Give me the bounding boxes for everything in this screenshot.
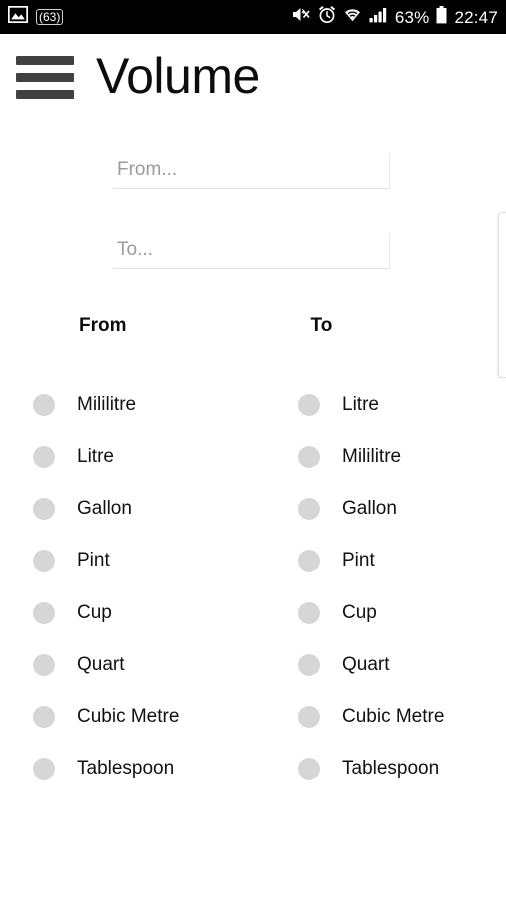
radio-option-label: Cup (77, 602, 112, 623)
battery-percent-label: 63% (394, 7, 430, 27)
radio-option-from-pint[interactable]: Pint (33, 535, 298, 587)
radio-option-from-quart[interactable]: Quart (33, 639, 298, 691)
radio-option-label: Litre (77, 446, 114, 467)
radio-option-from-cup[interactable]: Cup (33, 587, 298, 639)
mute-vibrate-icon (292, 6, 311, 28)
radio-option-to-cup[interactable]: Cup (298, 587, 444, 639)
radio-button-icon[interactable] (33, 498, 55, 520)
radio-option-label: Cubic Metre (77, 706, 180, 727)
radio-option-label: Cup (342, 602, 377, 623)
from-field-wrapper (113, 155, 390, 189)
radio-option-from-gallon[interactable]: Gallon (33, 483, 298, 535)
radio-option-to-tablespoon[interactable]: Tablespoon (298, 743, 444, 795)
radio-button-icon[interactable] (298, 706, 320, 728)
conversion-form (0, 118, 506, 269)
radio-button-icon[interactable] (298, 758, 320, 780)
wifi-icon (343, 7, 362, 28)
alarm-clock-icon (318, 5, 336, 29)
radio-button-icon[interactable] (298, 602, 320, 624)
radio-button-icon[interactable] (298, 654, 320, 676)
radio-button-icon[interactable] (33, 550, 55, 572)
radio-option-label: Gallon (342, 498, 397, 519)
cellular-signal-icon (369, 7, 388, 28)
page-title: Volume (96, 48, 260, 104)
radio-option-from-litre[interactable]: Litre (33, 431, 298, 483)
radio-button-icon[interactable] (33, 654, 55, 676)
radio-option-label: Gallon (77, 498, 132, 519)
radio-option-to-pint[interactable]: Pint (298, 535, 444, 587)
radio-button-icon[interactable] (298, 394, 320, 416)
from-unit-list: Mililitre Litre Gallon Pint Cup Quart Cubic Me… (33, 379, 298, 795)
radio-option-from-tablespoon[interactable]: Tablespoon (33, 743, 298, 795)
status-bar-left: (63) (7, 5, 64, 28)
radio-option-to-litre[interactable]: Litre (298, 379, 444, 431)
radio-option-from-cubic-metre[interactable]: Cubic Metre (33, 691, 298, 743)
radio-option-to-quart[interactable]: Quart (298, 639, 444, 691)
radio-option-to-mililitre[interactable]: Mililitre (298, 431, 444, 483)
radio-button-icon[interactable] (298, 498, 320, 520)
radio-option-to-gallon[interactable]: Gallon (298, 483, 444, 535)
status-bar: (63) 63% 22:47 (0, 0, 506, 34)
radio-option-label: Quart (77, 654, 125, 675)
from-column-header: From (79, 315, 127, 336)
to-field-wrapper (113, 235, 390, 269)
radio-option-label: Quart (342, 654, 390, 675)
column-headers: From To (0, 315, 506, 337)
radio-button-icon[interactable] (33, 706, 55, 728)
to-column-header: To (310, 315, 333, 336)
clock-label: 22:47 (454, 7, 498, 27)
to-value-input[interactable] (113, 235, 390, 269)
radio-button-icon[interactable] (33, 602, 55, 624)
radio-option-label: Mililitre (77, 394, 137, 415)
radio-button-icon[interactable] (298, 446, 320, 468)
radio-button-icon[interactable] (33, 758, 55, 780)
radio-option-label: Litre (342, 394, 379, 415)
count-badge: (63) (36, 9, 64, 25)
radio-option-label: Cubic Metre (342, 706, 445, 727)
radio-option-to-cubic-metre[interactable]: Cubic Metre (298, 691, 444, 743)
radio-option-label: Tablespoon (77, 758, 175, 779)
radio-option-from-mililitre[interactable]: Mililitre (33, 379, 298, 431)
app-bar: Volume (0, 34, 506, 118)
radio-option-label: Tablespoon (342, 758, 440, 779)
battery-icon (436, 5, 447, 29)
from-value-input[interactable] (113, 155, 390, 189)
hamburger-menu-icon[interactable] (16, 55, 74, 99)
hamburger-bar (16, 55, 74, 65)
radio-option-label: Mililitre (342, 446, 402, 467)
radio-option-label: Pint (342, 550, 375, 571)
image-icon (7, 5, 29, 28)
offscreen-panel-edge[interactable] (498, 212, 506, 378)
radio-button-icon[interactable] (33, 446, 55, 468)
radio-button-icon[interactable] (33, 394, 55, 416)
hamburger-bar (16, 89, 74, 99)
radio-option-label: Pint (77, 550, 110, 571)
hamburger-bar (16, 72, 74, 82)
radio-button-icon[interactable] (298, 550, 320, 572)
to-unit-list: Litre Mililitre Gallon Pint Cup Quart Cubic Me… (298, 379, 444, 795)
status-bar-right: 63% 22:47 (292, 5, 498, 29)
unit-selection-lists: Mililitre Litre Gallon Pint Cup Quart Cubic Me… (0, 379, 506, 795)
